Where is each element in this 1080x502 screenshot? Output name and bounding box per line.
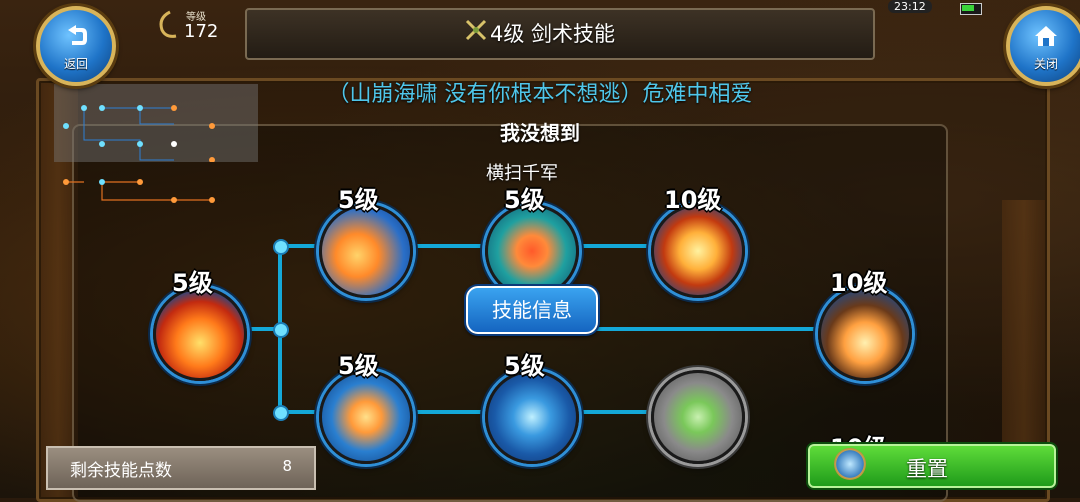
skill-icon-ground-strike[interactable]	[818, 287, 912, 381]
reset-button[interactable]: 重置	[808, 444, 1056, 488]
skill-icon-sweep[interactable]	[485, 204, 579, 298]
skill-icon-fire-slash[interactable]	[153, 287, 247, 381]
node-connector	[273, 239, 289, 255]
node-connector	[273, 405, 289, 421]
skill-level: 5级	[504, 186, 545, 214]
gem-icon	[834, 448, 866, 480]
skill-icon-sword-burst[interactable]	[651, 204, 745, 298]
skill-level: 5级	[338, 186, 379, 214]
skill-level: 10级	[830, 269, 888, 297]
remaining-points-label: 剩余技能点数	[70, 461, 172, 481]
remaining-points-value: 8	[282, 457, 292, 475]
skill-icon-wave-slash[interactable]	[485, 370, 579, 464]
skill-icon-green-blade[interactable]	[651, 370, 745, 464]
skill-icon-wind-slash[interactable]	[319, 204, 413, 298]
skill-level: 5级	[338, 352, 379, 380]
skill-level: 5级	[172, 269, 213, 297]
remaining-points-panel: 剩余技能点数 8	[46, 446, 316, 490]
skill-level: 5级	[504, 352, 545, 380]
skill-level: 10级	[664, 186, 722, 214]
reset-label: 重置	[906, 457, 948, 481]
node-connector	[273, 322, 289, 338]
skill-info-button[interactable]: 技能信息	[466, 286, 598, 334]
skill-icon-dash-strike[interactable]	[319, 370, 413, 464]
